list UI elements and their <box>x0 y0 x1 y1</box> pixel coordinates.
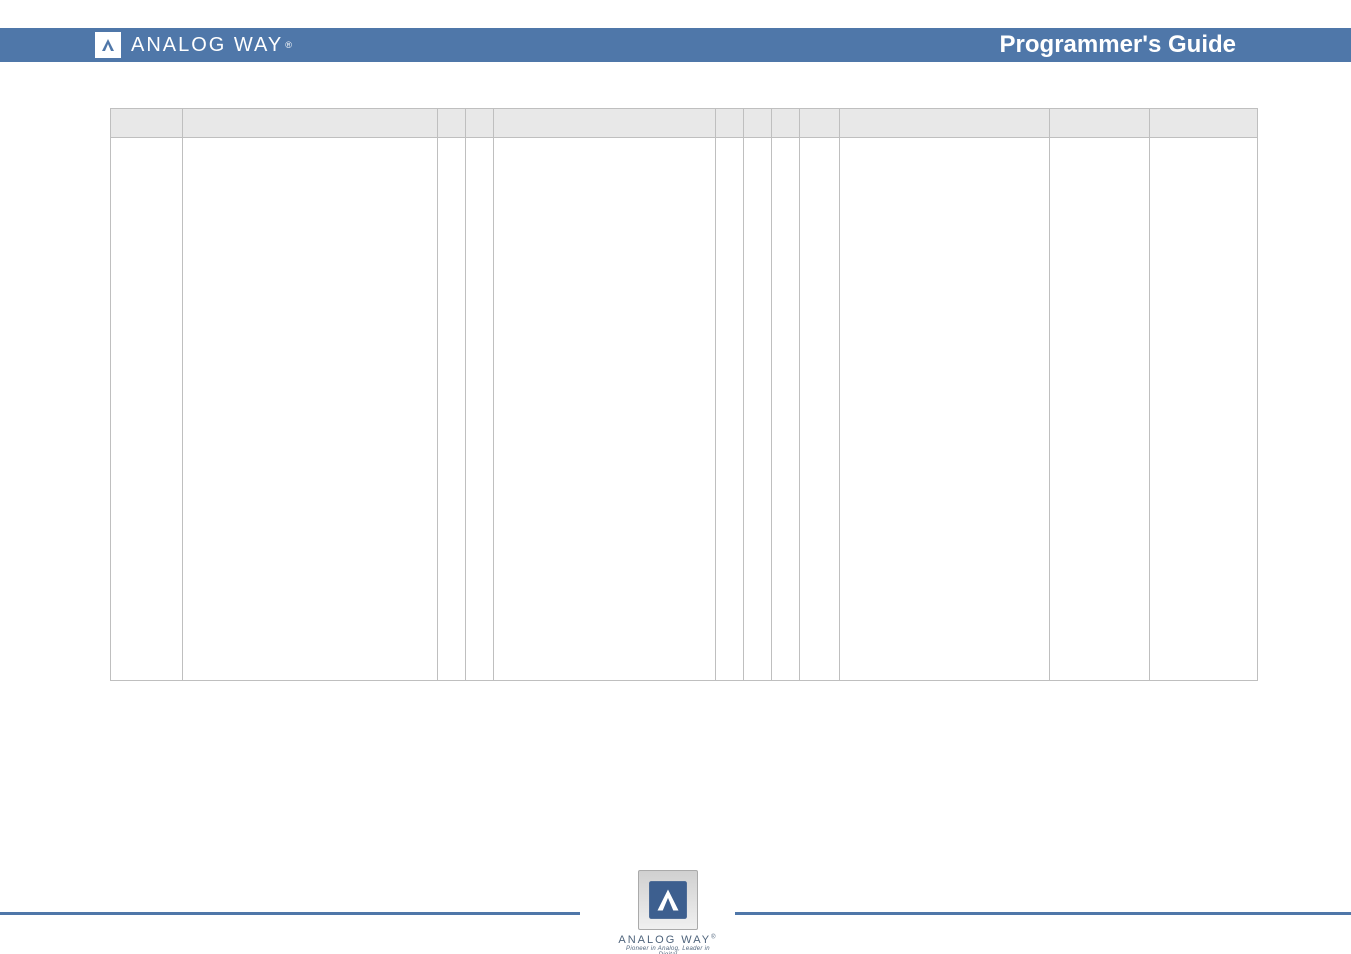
td-11 <box>1050 138 1150 681</box>
th-8 <box>772 109 800 138</box>
table-row <box>111 138 1258 681</box>
th-12 <box>1150 109 1258 138</box>
td-10 <box>840 138 1050 681</box>
th-7 <box>744 109 772 138</box>
th-10 <box>840 109 1050 138</box>
table-header <box>111 109 1258 138</box>
brand-logo-icon <box>95 32 121 58</box>
table-header-row <box>111 109 1258 138</box>
td-5 <box>494 138 716 681</box>
footer-rule-right <box>735 912 1351 915</box>
footer-brand-name: ANALOG WAY® <box>618 934 718 946</box>
page-title: Programmer's Guide <box>1000 28 1236 62</box>
td-7 <box>744 138 772 681</box>
td-12 <box>1150 138 1258 681</box>
footer-brand-text: ANALOG WAY <box>618 934 711 946</box>
td-8 <box>772 138 800 681</box>
brand-name-text: ANALOG WAY <box>131 34 283 57</box>
th-4 <box>466 109 494 138</box>
td-4 <box>466 138 494 681</box>
td-2 <box>183 138 438 681</box>
th-5 <box>494 109 716 138</box>
header-bar: ANALOG WAY® Programmer's Guide <box>0 28 1351 62</box>
th-1 <box>111 109 183 138</box>
th-11 <box>1050 109 1150 138</box>
footer-logo-icon <box>638 870 698 930</box>
th-6 <box>716 109 744 138</box>
brand-name: ANALOG WAY® <box>131 34 294 57</box>
header-logo-block: ANALOG WAY® <box>95 32 294 58</box>
analog-way-cube-glyph-icon <box>647 879 689 921</box>
table-body <box>111 138 1258 681</box>
td-3 <box>438 138 466 681</box>
td-9 <box>800 138 840 681</box>
td-6 <box>716 138 744 681</box>
footer: ANALOG WAY® Pioneer in Analog, Leader in… <box>0 870 1351 950</box>
th-3 <box>438 109 466 138</box>
footer-logo-block: ANALOG WAY® Pioneer in Analog, Leader in… <box>618 870 718 954</box>
analog-way-glyph-icon <box>98 35 118 55</box>
footer-registered-mark: ® <box>711 934 717 940</box>
footer-rule-left <box>0 912 580 915</box>
th-2 <box>183 109 438 138</box>
registered-mark: ® <box>285 40 294 50</box>
th-9 <box>800 109 840 138</box>
footer-tagline: Pioneer in Analog, Leader in Digital <box>618 946 718 954</box>
command-table <box>110 108 1258 681</box>
td-1 <box>111 138 183 681</box>
